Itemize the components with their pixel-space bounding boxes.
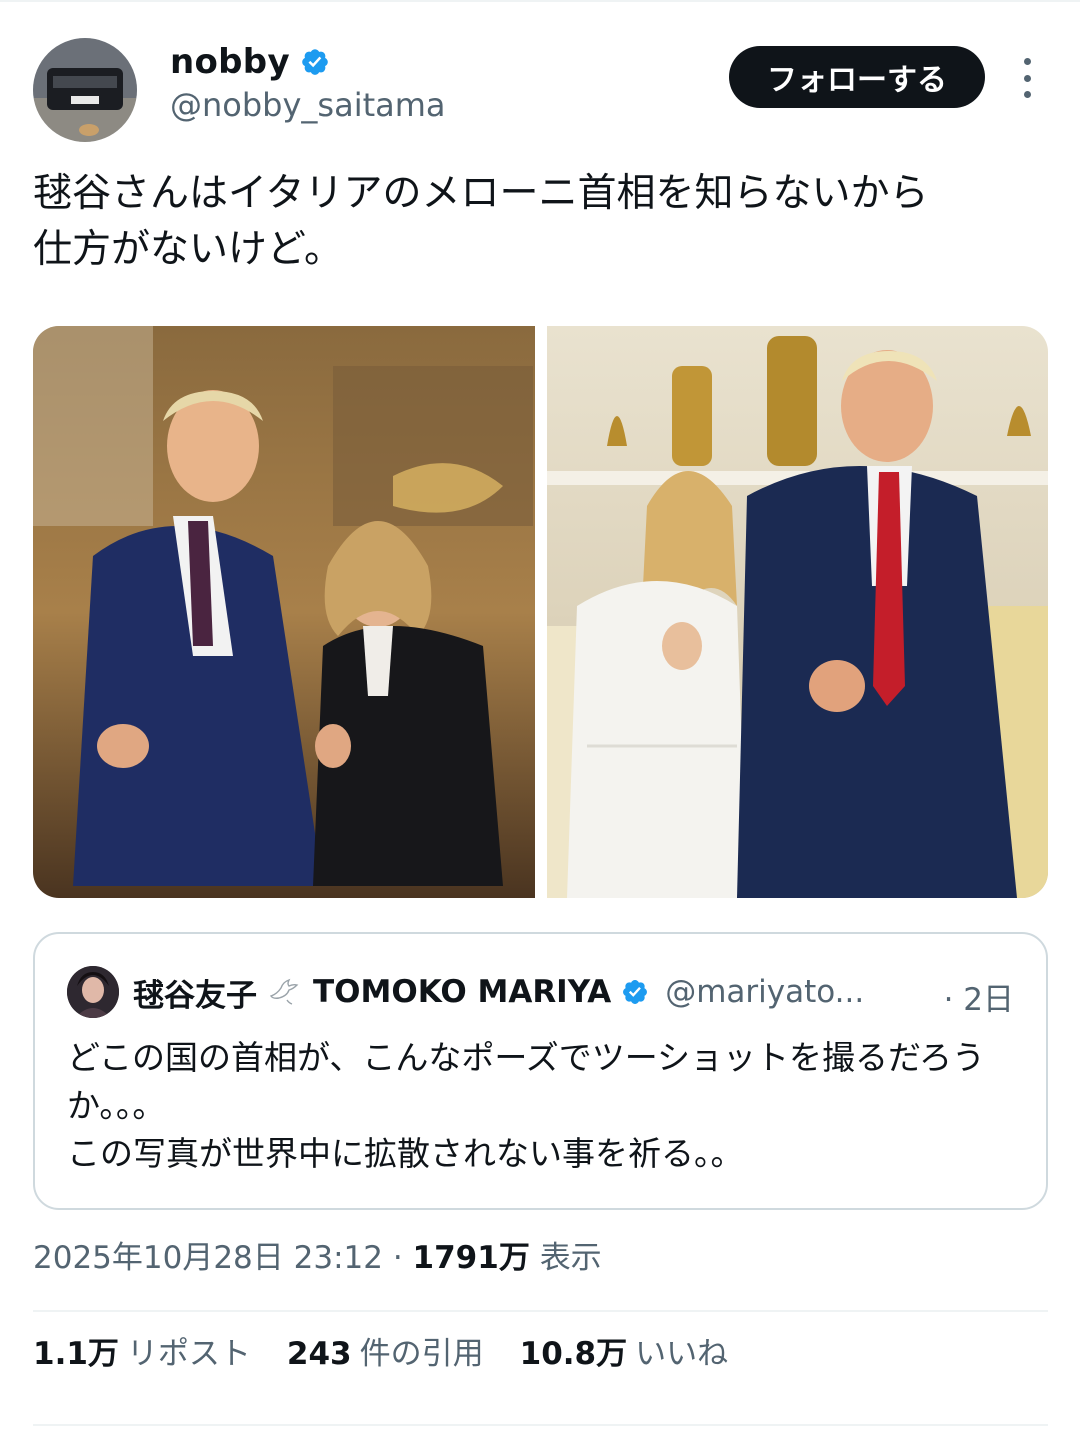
photo-right[interactable] xyxy=(546,326,1048,898)
quoted-author-handle: @mariyato... xyxy=(665,974,865,1010)
more-dot xyxy=(1023,74,1031,82)
more-dot xyxy=(1023,91,1031,98)
likes-label: いいね xyxy=(635,1335,729,1372)
quoted-tweet[interactable]: 毬谷友子 TOMOKO MARIYA @mariyato... · 2日 どこの… xyxy=(33,932,1048,1210)
quotes-label: 件の引用 xyxy=(359,1335,484,1372)
tweet-datetime[interactable]: 2025年10月28日 23:12 xyxy=(33,1240,383,1276)
author-display-name[interactable]: nobby xyxy=(170,42,290,82)
meta-separator: · xyxy=(382,1240,413,1276)
tweet-meta: 2025年10月28日 23:12 · 1791万 表示 xyxy=(33,1232,602,1277)
reposts-count: 1.1万 xyxy=(33,1335,119,1372)
verified-badge-icon xyxy=(302,49,328,75)
quotes-count: 243 xyxy=(286,1335,352,1372)
likes-count: 10.8万 xyxy=(519,1335,628,1372)
engagement-stats: 1.1万 リポスト 243 件の引用 10.8万 いいね xyxy=(33,1320,728,1380)
verified-badge-icon xyxy=(623,980,648,1004)
quoted-author-name-latin: TOMOKO MARIYA xyxy=(313,974,612,1010)
likes-stat[interactable]: 10.8万 いいね xyxy=(520,1328,729,1373)
more-options-icon[interactable] xyxy=(1010,58,1044,98)
author-name-row[interactable]: nobby xyxy=(170,40,330,84)
reposts-label: リポスト xyxy=(126,1335,251,1372)
top-border xyxy=(0,0,1080,2)
follow-button[interactable]: フォローする xyxy=(729,46,985,108)
media-grid xyxy=(33,326,1048,898)
quoted-tweet-text: どこの国の首相が、こんなポーズでツーショットを撮るだろうか。。。 この写真が世界… xyxy=(67,1038,986,1173)
divider-bottom xyxy=(33,1424,1048,1426)
quoted-tweet-time: · 2日 xyxy=(943,982,1014,1018)
quoted-author-name: 毬谷友子 xyxy=(133,977,257,1014)
reposts-stat[interactable]: 1.1万 リポスト xyxy=(33,1328,251,1373)
views-label: 表示 xyxy=(539,1240,602,1276)
tweet-text: 毬谷さんはイタリアのメローニ首相を知らないから 仕方がないけど。 xyxy=(33,171,929,272)
quotes-stat[interactable]: 243 件の引用 xyxy=(287,1328,484,1373)
quoted-author-avatar xyxy=(67,966,119,1018)
author-handle[interactable]: @nobby_saitama xyxy=(170,86,446,124)
more-dot xyxy=(1023,58,1031,65)
divider-top xyxy=(33,1310,1048,1312)
quoted-tweet-header: 毬谷友子 TOMOKO MARIYA @mariyato... xyxy=(67,966,864,1018)
author-avatar[interactable] xyxy=(33,38,137,142)
dove-icon xyxy=(269,978,299,1005)
views-count: 1791万 xyxy=(412,1240,530,1276)
photo-left[interactable] xyxy=(33,326,535,898)
